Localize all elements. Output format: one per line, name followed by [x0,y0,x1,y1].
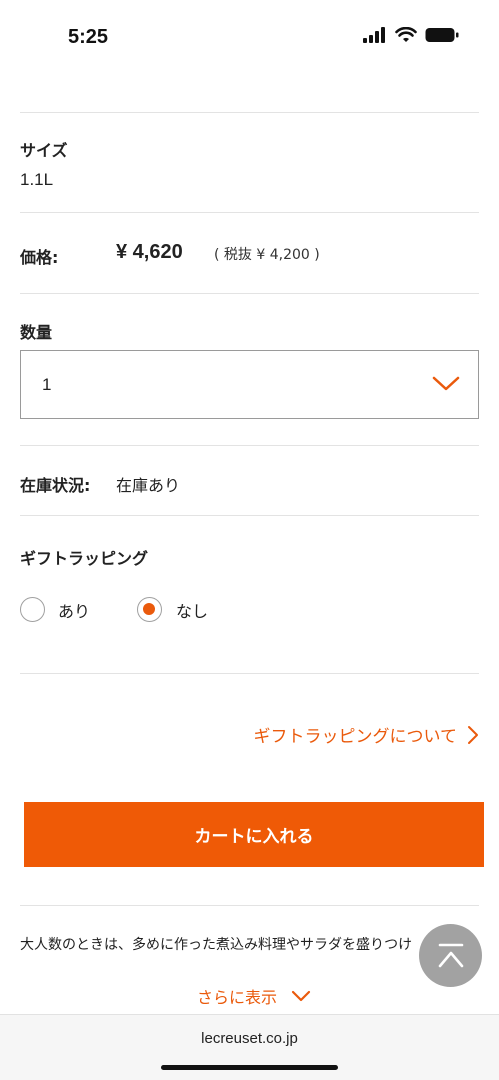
status-icons [363,27,459,43]
size-label: サイズ [20,141,68,160]
quantity-label: 数量 [20,323,53,342]
chevron-down-icon [291,990,311,1002]
gift-wrapping-yes-radio[interactable] [20,597,45,622]
status-time: 5:25 [68,26,109,48]
divider [20,112,479,113]
divider [20,212,479,213]
price-label: 価格: [20,248,59,267]
show-more-label: さらに表示 [197,988,278,1007]
show-more-link[interactable]: さらに表示 [197,984,311,1008]
chevron-right-icon [468,725,478,744]
home-indicator[interactable] [161,1065,338,1070]
scroll-to-top-button[interactable] [419,924,482,987]
gift-wrapping-info-label: ギフトラッピングについて [253,727,458,747]
gift-wrapping-no-radio[interactable] [137,597,162,622]
divider [20,445,479,446]
gift-wrapping-no-label[interactable]: なし [176,598,208,622]
quantity-selected-value: 1 [42,375,52,394]
wifi-icon [395,27,417,42]
gift-wrapping-yes-label[interactable]: あり [58,598,90,622]
product-description: 大人数のときは、多めに作った煮込み料理やサラダを盛りつけ [20,937,413,953]
status-bar: 5:25 [0,0,499,72]
browser-url[interactable]: lecreuset.co.jp [0,1030,499,1047]
price-amount: ¥ 4,620 [116,241,183,263]
chevron-down-icon [432,376,460,391]
quantity-select[interactable]: 1 [20,350,479,419]
divider [20,293,479,294]
stock-value: 在庫あり [116,476,181,495]
add-to-cart-label: カートに入れる [194,827,314,847]
gift-wrapping-info-link[interactable]: ギフトラッピングについて [254,722,480,747]
divider [20,673,479,674]
stock-label: 在庫状況: [20,476,91,495]
divider [20,515,479,516]
price-tax-excluded: ( 税抜 ¥ 4,200 ) [214,247,320,263]
cellular-signal-icon [363,27,385,43]
gift-wrapping-label: ギフトラッピング [20,549,149,568]
battery-icon [425,28,459,42]
divider [20,905,479,906]
add-to-cart-button[interactable]: カートに入れる [24,802,484,867]
scroll-top-arrow-icon [438,943,463,967]
size-value: 1.1L [20,170,54,189]
browser-address-bar[interactable]: lecreuset.co.jp [0,1014,499,1080]
